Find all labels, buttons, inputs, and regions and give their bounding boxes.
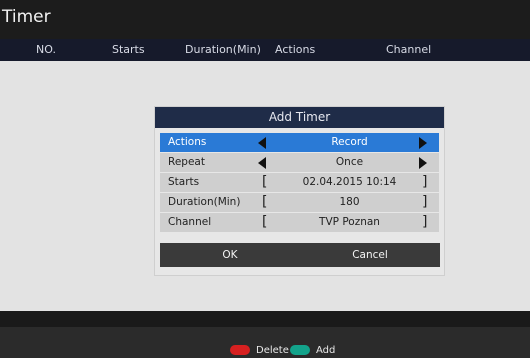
add-timer-dialog: Add Timer Actions Record Repeat Once Sta… — [154, 106, 445, 276]
starts-value[interactable]: 02.04.2015 10:14 — [260, 176, 439, 188]
delete-hint[interactable]: Delete — [230, 343, 289, 357]
column-header-channel: Channel — [386, 43, 432, 56]
title-bar: Timer — [0, 0, 530, 39]
bracket-right-icon: ] — [422, 194, 428, 210]
page-title: Timer — [2, 7, 51, 27]
actions-value: Record — [331, 136, 368, 148]
cancel-button[interactable]: Cancel — [300, 243, 440, 267]
column-header-duration: Duration(Min) — [185, 43, 261, 56]
actions-label: Actions — [168, 136, 207, 148]
dialog-title: Add Timer — [155, 107, 444, 128]
arrow-right-icon[interactable] — [419, 157, 427, 169]
bracket-right-icon: ] — [422, 174, 428, 190]
channel-value[interactable]: TVP Poznan — [260, 216, 439, 228]
repeat-value: Once — [335, 156, 364, 168]
red-button-icon — [230, 345, 250, 355]
ok-button[interactable]: OK — [160, 243, 300, 267]
delete-label: Delete — [256, 344, 289, 356]
channel-row[interactable]: Channel [ TVP Poznan ] — [160, 213, 439, 232]
duration-label: Duration(Min) — [168, 196, 241, 208]
arrow-right-icon[interactable] — [419, 137, 427, 149]
add-label: Add — [316, 344, 336, 356]
bracket-right-icon: ] — [422, 214, 428, 230]
starts-label: Starts — [168, 176, 200, 188]
column-header-no: NO. — [36, 43, 56, 56]
column-header-actions: Actions — [275, 43, 316, 56]
green-button-icon — [290, 345, 310, 355]
duration-row[interactable]: Duration(Min) [ 180 ] — [160, 193, 439, 212]
table-header: NO. Starts Duration(Min) Actions Channel — [0, 39, 530, 61]
starts-row[interactable]: Starts [ 02.04.2015 10:14 ] — [160, 173, 439, 192]
column-header-starts: Starts — [112, 43, 145, 56]
actions-row[interactable]: Actions Record — [160, 133, 439, 152]
footer-bar — [0, 311, 530, 327]
repeat-label: Repeat — [168, 156, 205, 168]
repeat-row[interactable]: Repeat Once — [160, 153, 439, 172]
channel-label: Channel — [168, 216, 212, 228]
duration-value[interactable]: 180 — [260, 196, 439, 208]
timer-screen: Timer NO. Starts Duration(Min) Actions C… — [0, 0, 530, 358]
add-hint[interactable]: Add — [290, 343, 335, 357]
